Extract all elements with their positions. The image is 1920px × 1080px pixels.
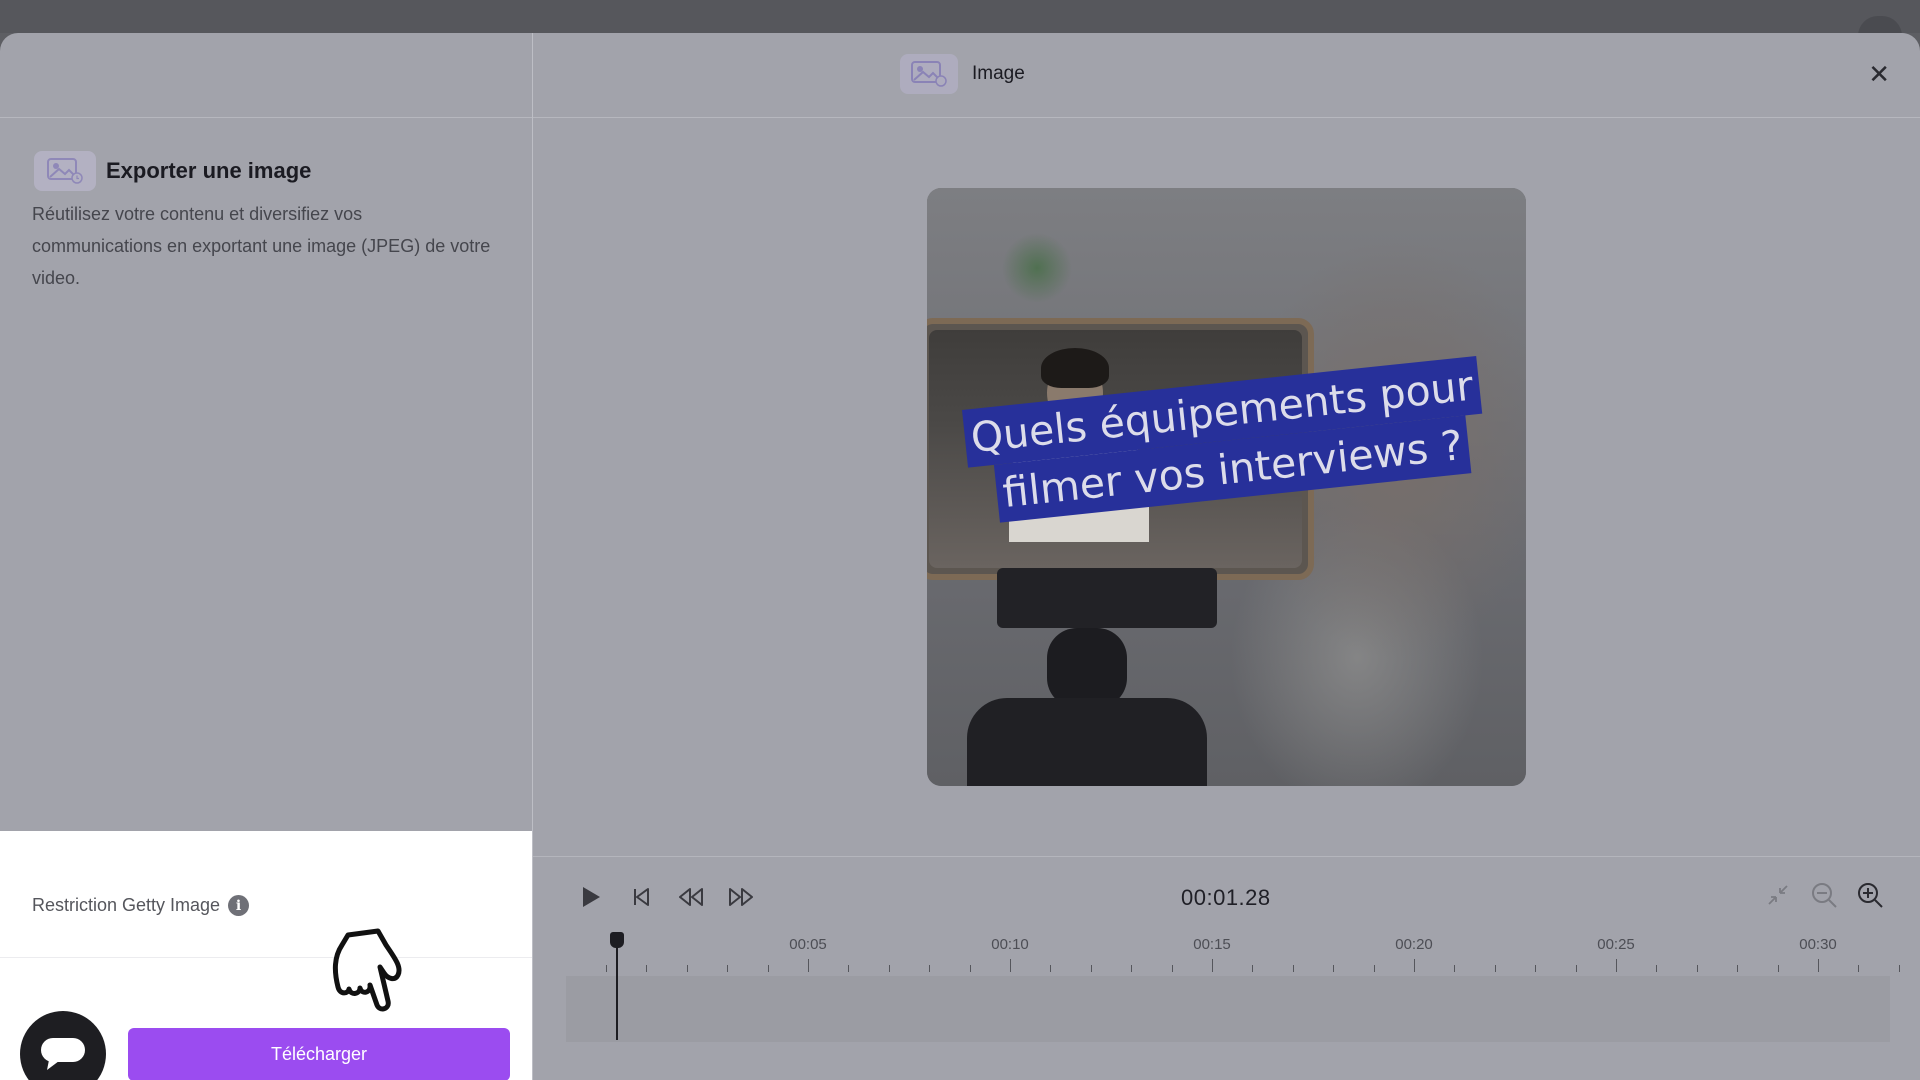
zoom-in-icon[interactable]	[1856, 881, 1884, 909]
export-image-modal: Exporter une image Réutilisez votre cont…	[0, 33, 1920, 1080]
ruler-tick	[888, 965, 890, 972]
ruler-tick	[1737, 965, 1739, 972]
ruler-tick	[848, 965, 850, 972]
export-heading: Exporter une image	[34, 151, 311, 191]
ruler-tick	[1212, 959, 1213, 972]
ruler-tick	[1171, 965, 1173, 972]
timeline-panel: 00:01.28 00:05 00:10 00:15 00:20 00:25 00:30	[533, 856, 1920, 1080]
close-icon[interactable]: ✕	[1868, 61, 1890, 87]
ruler-tick	[646, 965, 648, 972]
download-button[interactable]: Télécharger	[128, 1028, 510, 1080]
ruler-tick	[1090, 965, 1092, 972]
ruler-tick	[1373, 965, 1375, 972]
zoom-out-icon[interactable]	[1810, 881, 1838, 909]
ruler-tick	[727, 965, 729, 972]
ruler-tick	[1535, 965, 1537, 972]
ruler-tick	[1333, 965, 1335, 972]
ruler-tick	[606, 965, 607, 972]
footer-divider	[0, 957, 532, 958]
export-sidebar: Exporter une image Réutilisez votre cont…	[0, 33, 533, 1080]
playback-controls	[577, 883, 755, 911]
zoom-controls	[1764, 881, 1884, 909]
export-title: Exporter une image	[106, 158, 312, 183]
image-icon	[900, 54, 958, 94]
image-preview: Quels équipements pour filmer vos interv…	[927, 188, 1526, 786]
modal-title: Image	[972, 63, 1025, 84]
ruler-tick	[1575, 965, 1577, 972]
ruler-tick	[1454, 965, 1456, 972]
ruler-tick	[1656, 965, 1658, 972]
playhead[interactable]	[610, 932, 624, 1040]
ruler-tick	[686, 965, 688, 972]
timeline-track[interactable]: 00:05 00:10 00:15 00:20 00:25 00:30	[566, 922, 1900, 1042]
playhead-handle[interactable]	[610, 932, 624, 948]
ruler-tick	[1414, 959, 1415, 972]
sidebar-footer: Restriction Getty Image i Télécharger	[0, 831, 532, 1080]
ruler-tick	[1696, 965, 1698, 972]
ruler-tick	[1616, 959, 1617, 972]
ruler-tick	[1898, 965, 1900, 972]
pointing-hand-cursor-icon	[320, 919, 408, 1032]
restriction-label: Restriction Getty Image	[32, 895, 221, 915]
header-title-group: Image	[900, 54, 1025, 94]
ruler-label: 00:15	[1193, 936, 1231, 953]
ruler-tick	[1010, 959, 1011, 972]
info-icon[interactable]: i	[228, 895, 250, 916]
background-topbar	[0, 0, 1920, 36]
ruler-tick	[1131, 965, 1133, 972]
ruler-tick	[1292, 965, 1294, 972]
ruler-tick	[1777, 965, 1779, 972]
ruler-tick	[1050, 965, 1052, 972]
chat-support-button[interactable]	[20, 1011, 106, 1080]
ruler-tick	[808, 959, 809, 972]
rewind-icon[interactable]	[677, 883, 705, 911]
ruler-label: 00:20	[1395, 936, 1433, 953]
ruler-tick	[969, 965, 971, 972]
ruler-tick	[1818, 959, 1819, 972]
fast-forward-icon[interactable]	[727, 883, 755, 911]
ruler-label: 00:10	[991, 936, 1029, 953]
ruler-label: 00:30	[1799, 936, 1837, 953]
ruler-tick	[929, 965, 931, 972]
restriction-row: Restriction Getty Image i	[32, 895, 250, 916]
ruler-tick	[1252, 965, 1254, 972]
chat-bubble-icon	[41, 1038, 85, 1070]
play-icon[interactable]	[577, 883, 605, 911]
current-timecode: 00:01.28	[1181, 885, 1271, 910]
export-description: Réutilisez votre contenu et diversifiez …	[32, 204, 491, 288]
preview-tripod-shape	[997, 568, 1217, 628]
ruler-label: 00:05	[789, 936, 827, 953]
image-icon	[34, 151, 96, 191]
modal-header: Image ✕	[533, 33, 1920, 118]
timeline-lane[interactable]	[566, 976, 1890, 1042]
sidebar-header	[0, 33, 532, 118]
fit-collapse-icon[interactable]	[1764, 881, 1792, 909]
ruler-tick	[1858, 965, 1860, 972]
ruler-tick	[767, 965, 769, 972]
skip-to-start-icon[interactable]	[627, 883, 655, 911]
ruler-label: 00:25	[1597, 936, 1635, 953]
ruler-tick	[1494, 965, 1496, 972]
